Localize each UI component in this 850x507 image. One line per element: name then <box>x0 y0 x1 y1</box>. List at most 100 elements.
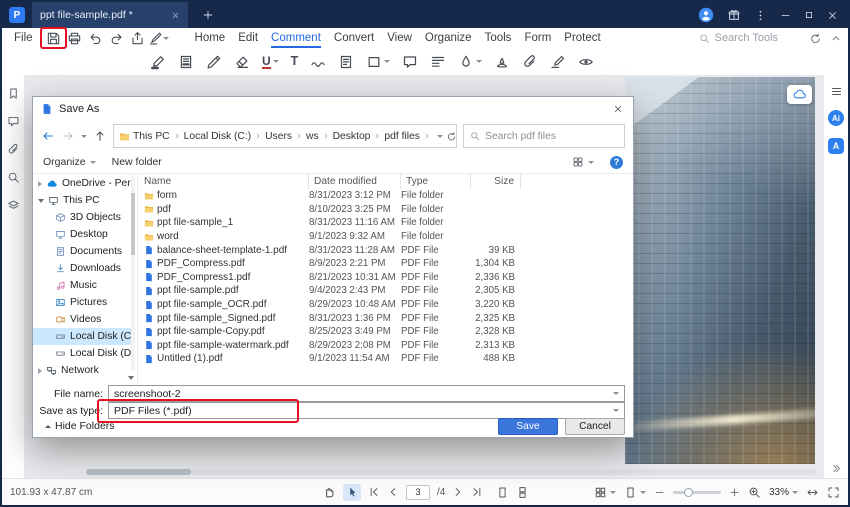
tree-item-local-disk-d[interactable]: Local Disk (D:) <box>33 345 135 362</box>
tree-item-downloads[interactable]: Downloads <box>33 260 135 277</box>
tree-scrollbar[interactable] <box>131 175 135 371</box>
tree-item-documents[interactable]: Documents <box>33 243 135 260</box>
up-button[interactable] <box>93 129 107 143</box>
breadcrumb-pdf-files[interactable]: pdf files <box>384 131 420 142</box>
file-row[interactable]: Untitled (1).pdf 9/1/2023 11:54 AM PDF Fil… <box>139 352 633 366</box>
tab-tools[interactable]: Tools <box>485 28 512 48</box>
column-header-type[interactable]: Type <box>401 173 471 189</box>
dialog-search-box[interactable]: Search pdf files <box>463 124 625 148</box>
hand-tool-icon[interactable] <box>322 485 336 499</box>
dialog-close-button[interactable] <box>603 97 633 121</box>
search-panel-icon[interactable] <box>7 171 20 184</box>
pencil-tool[interactable] <box>206 54 222 70</box>
breadcrumb-this-pc[interactable]: This PC <box>133 131 170 142</box>
breadcrumb-desktop[interactable]: Desktop <box>333 131 371 142</box>
file-row[interactable]: word 9/1/2023 9:32 AM File folder <box>139 230 633 244</box>
comments-panel-icon[interactable] <box>7 115 20 128</box>
tab-close-icon[interactable] <box>171 11 180 20</box>
print-button[interactable] <box>64 29 85 47</box>
continuous-view-icon[interactable] <box>516 486 529 499</box>
tab-view[interactable]: View <box>387 28 412 48</box>
tree-item-pictures[interactable]: Pictures <box>33 294 135 311</box>
redo-button[interactable] <box>106 29 127 47</box>
stamp-tool[interactable] <box>494 54 510 70</box>
page-fit-button[interactable] <box>624 486 646 499</box>
new-folder-button[interactable]: New folder <box>112 156 162 168</box>
file-row[interactable]: ppt file-sample_OCR.pdf 8/29/2023 10:48 A… <box>139 298 633 312</box>
zoom-in-button[interactable] <box>729 487 740 498</box>
highlight-tool[interactable] <box>150 54 166 70</box>
bookmarks-panel-icon[interactable] <box>7 87 20 100</box>
file-row[interactable]: form 8/31/2023 3:12 PM File folder <box>139 189 633 203</box>
tab-protect[interactable]: Protect <box>564 28 600 48</box>
recent-locations-caret[interactable] <box>81 134 87 138</box>
translate-panel-icon[interactable]: A <box>828 138 844 154</box>
next-page-button[interactable] <box>452 486 464 498</box>
column-header-date[interactable]: Date modified <box>309 173 401 189</box>
select-tool-active[interactable] <box>343 483 361 501</box>
more-menu-icon[interactable] <box>754 9 767 22</box>
zoom-slider[interactable] <box>672 486 721 498</box>
file-row[interactable]: pdf 8/10/2023 3:25 PM File folder <box>139 203 633 217</box>
zoom-out-button[interactable] <box>654 487 665 498</box>
breadcrumb-ws[interactable]: ws <box>306 131 319 142</box>
last-page-button[interactable] <box>471 486 483 498</box>
file-row[interactable]: PDF_Compress.pdf 8/9/2023 2:21 PM PDF File… <box>139 257 633 271</box>
close-button[interactable] <box>827 10 838 21</box>
tab-home[interactable]: Home <box>195 28 226 48</box>
save-button[interactable] <box>39 27 67 49</box>
tree-item-this-pc[interactable]: This PC <box>33 192 135 209</box>
horizontal-scrollbar[interactable] <box>86 469 816 475</box>
fit-width-icon[interactable] <box>806 486 819 499</box>
organize-menu[interactable]: Organize <box>43 156 96 168</box>
tree-item-videos[interactable]: Videos <box>33 311 135 328</box>
file-menu[interactable]: File <box>14 32 33 44</box>
fullscreen-icon[interactable] <box>827 486 840 499</box>
cloud-upload-button[interactable] <box>787 85 812 104</box>
file-row[interactable]: ppt file-sample_Signed.pdf 8/31/2023 1:36… <box>139 311 633 325</box>
breadcrumb-local-disk[interactable]: Local Disk (C:) <box>184 131 252 142</box>
marquee-zoom-icon[interactable] <box>748 486 761 499</box>
strikethrough-tool[interactable]: T <box>291 55 299 68</box>
file-row[interactable]: balance-sheet-template-1.pdf 8/31/2023 11… <box>139 243 633 257</box>
scrollbar-thumb[interactable] <box>86 469 191 475</box>
ai-assistant-icon[interactable]: Ai <box>828 110 844 126</box>
save-type-dropdown-caret[interactable] <box>613 409 619 412</box>
sticky-note-tool[interactable] <box>338 54 354 70</box>
undo-button[interactable] <box>85 29 106 47</box>
tree-scroll-down-arrow[interactable] <box>128 371 134 383</box>
ink-tool[interactable] <box>458 54 483 70</box>
text-comment-tool[interactable] <box>402 54 418 70</box>
tree-item-desktop[interactable]: Desktop <box>33 226 135 243</box>
column-header-size[interactable]: Size <box>471 173 521 189</box>
breadcrumb-users[interactable]: Users <box>265 131 292 142</box>
address-dropdown-caret[interactable] <box>436 134 443 138</box>
address-bar[interactable]: This PC Local Disk (C:) Users ws Desktop… <box>113 124 457 148</box>
squiggly-tool[interactable] <box>310 54 326 70</box>
first-page-button[interactable] <box>368 486 380 498</box>
tab-organize[interactable]: Organize <box>425 28 472 48</box>
maximize-button[interactable] <box>804 10 814 20</box>
stamps-panel-icon[interactable] <box>7 199 20 212</box>
attachment-tool[interactable] <box>522 54 538 70</box>
signature-tool[interactable] <box>550 54 566 70</box>
search-tools[interactable]: Search Tools <box>699 32 778 44</box>
file-row[interactable]: ppt file-sample-Copy.pdf 8/25/2023 3:49 P… <box>139 325 633 339</box>
tab-edit[interactable]: Edit <box>238 28 258 48</box>
file-name-dropdown-caret[interactable] <box>613 392 619 395</box>
tree-item-music[interactable]: Music <box>33 277 135 294</box>
file-name-input[interactable]: screenshoot-2 <box>108 385 625 402</box>
save-dialog-button[interactable]: Save <box>498 417 558 435</box>
back-button[interactable] <box>41 129 55 143</box>
file-row[interactable]: ppt file-sample_1 8/31/2023 11:16 AM File … <box>139 216 633 230</box>
zoom-level-select[interactable]: 33% <box>769 487 798 498</box>
underline-tool[interactable]: U <box>262 55 279 69</box>
tab-comment[interactable]: Comment <box>271 28 321 48</box>
collapse-toolbar-icon[interactable] <box>830 32 842 44</box>
shapes-tool[interactable] <box>366 54 391 70</box>
eye-tool[interactable] <box>578 54 594 70</box>
tree-item-onedrive[interactable]: OneDrive - Person... <box>33 175 135 192</box>
refresh-icon[interactable] <box>446 131 457 142</box>
export-button[interactable] <box>127 29 148 47</box>
area-highlight-tool[interactable] <box>178 54 194 70</box>
